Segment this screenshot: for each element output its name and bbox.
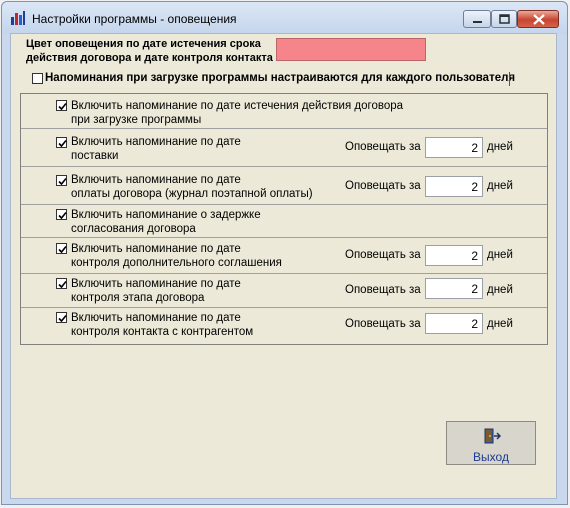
reminder-checkbox[interactable] bbox=[56, 243, 67, 254]
days-input[interactable] bbox=[425, 245, 483, 266]
reminder-checkbox[interactable] bbox=[56, 278, 67, 289]
days-unit-label: дней bbox=[487, 180, 513, 192]
reminder-row-delivery: Включить напоминание по дате поставки Опо… bbox=[21, 129, 547, 167]
focus-marker bbox=[509, 72, 510, 86]
reminder-row-payment: Включить напоминание по дате оплаты догов… bbox=[21, 167, 547, 205]
reminder-row-supplementary-agreement: Включить напоминание по дате контроля доп… bbox=[21, 238, 547, 274]
alert-color-picker[interactable] bbox=[276, 38, 426, 61]
reminder-label: Включить напоминание по дате контроля доп… bbox=[71, 243, 282, 269]
reminder-label: Включить напоминание по дате контроля эта… bbox=[71, 278, 241, 304]
title-bar[interactable]: Настройки программы - оповещения bbox=[2, 2, 567, 34]
days-unit-label: дней bbox=[487, 141, 513, 153]
reminder-row-contract-stage: Включить напоминание по дате контроля эта… bbox=[21, 274, 547, 308]
reminder-checkbox[interactable] bbox=[56, 100, 67, 111]
minimize-button[interactable] bbox=[463, 10, 491, 28]
reminder-label: Включить напоминание по дате поставки bbox=[71, 136, 241, 162]
notify-before-label: Оповещать за bbox=[345, 284, 421, 296]
alert-color-label: Цвет оповещения по дате истечения срока … bbox=[26, 38, 273, 64]
exit-door-icon bbox=[483, 428, 502, 444]
reminder-label: Включить напоминание по дате оплаты догов… bbox=[71, 174, 313, 200]
reminder-row-contract-expiry: Включить напоминание по дате истечения д… bbox=[21, 94, 547, 129]
notify-before-label: Оповещать за bbox=[345, 249, 421, 261]
reminder-checkbox[interactable] bbox=[56, 137, 67, 148]
notify-before-label: Оповещать за bbox=[345, 318, 421, 330]
reminder-checkbox[interactable] bbox=[56, 175, 67, 186]
reminder-label: Включить напоминание о задержке согласова… bbox=[71, 209, 261, 235]
days-unit-label: дней bbox=[487, 249, 513, 261]
notify-before-label: Оповещать за bbox=[345, 180, 421, 192]
days-input[interactable] bbox=[425, 176, 483, 197]
reminder-label: Включить напоминание по дате истечения д… bbox=[71, 100, 404, 126]
days-input[interactable] bbox=[425, 137, 483, 158]
exit-button[interactable]: Выход bbox=[446, 421, 536, 465]
reminder-checkbox[interactable] bbox=[56, 312, 67, 323]
reminder-row-approval-delay: Включить напоминание о задержке согласова… bbox=[21, 205, 547, 238]
close-button[interactable] bbox=[517, 10, 559, 28]
per-user-label: Напоминания при загрузке программы настр… bbox=[45, 72, 516, 84]
reminder-label: Включить напоминание по дате контроля кон… bbox=[71, 312, 254, 338]
reminders-panel: Включить напоминание по дате истечения д… bbox=[20, 93, 548, 345]
reminder-checkbox[interactable] bbox=[56, 209, 67, 220]
days-input[interactable] bbox=[425, 313, 483, 334]
days-unit-label: дней bbox=[487, 284, 513, 296]
exit-button-label: Выход bbox=[473, 450, 509, 464]
days-input[interactable] bbox=[425, 278, 483, 299]
app-chart-icon bbox=[10, 10, 26, 26]
days-unit-label: дней bbox=[487, 318, 513, 330]
notify-before-label: Оповещать за bbox=[345, 141, 421, 153]
window-title: Настройки программы - оповещения bbox=[32, 12, 237, 26]
reminder-row-counterparty-contact: Включить напоминание по дате контроля кон… bbox=[21, 308, 547, 344]
maximize-button[interactable] bbox=[491, 10, 517, 28]
per-user-checkbox[interactable] bbox=[32, 73, 43, 84]
